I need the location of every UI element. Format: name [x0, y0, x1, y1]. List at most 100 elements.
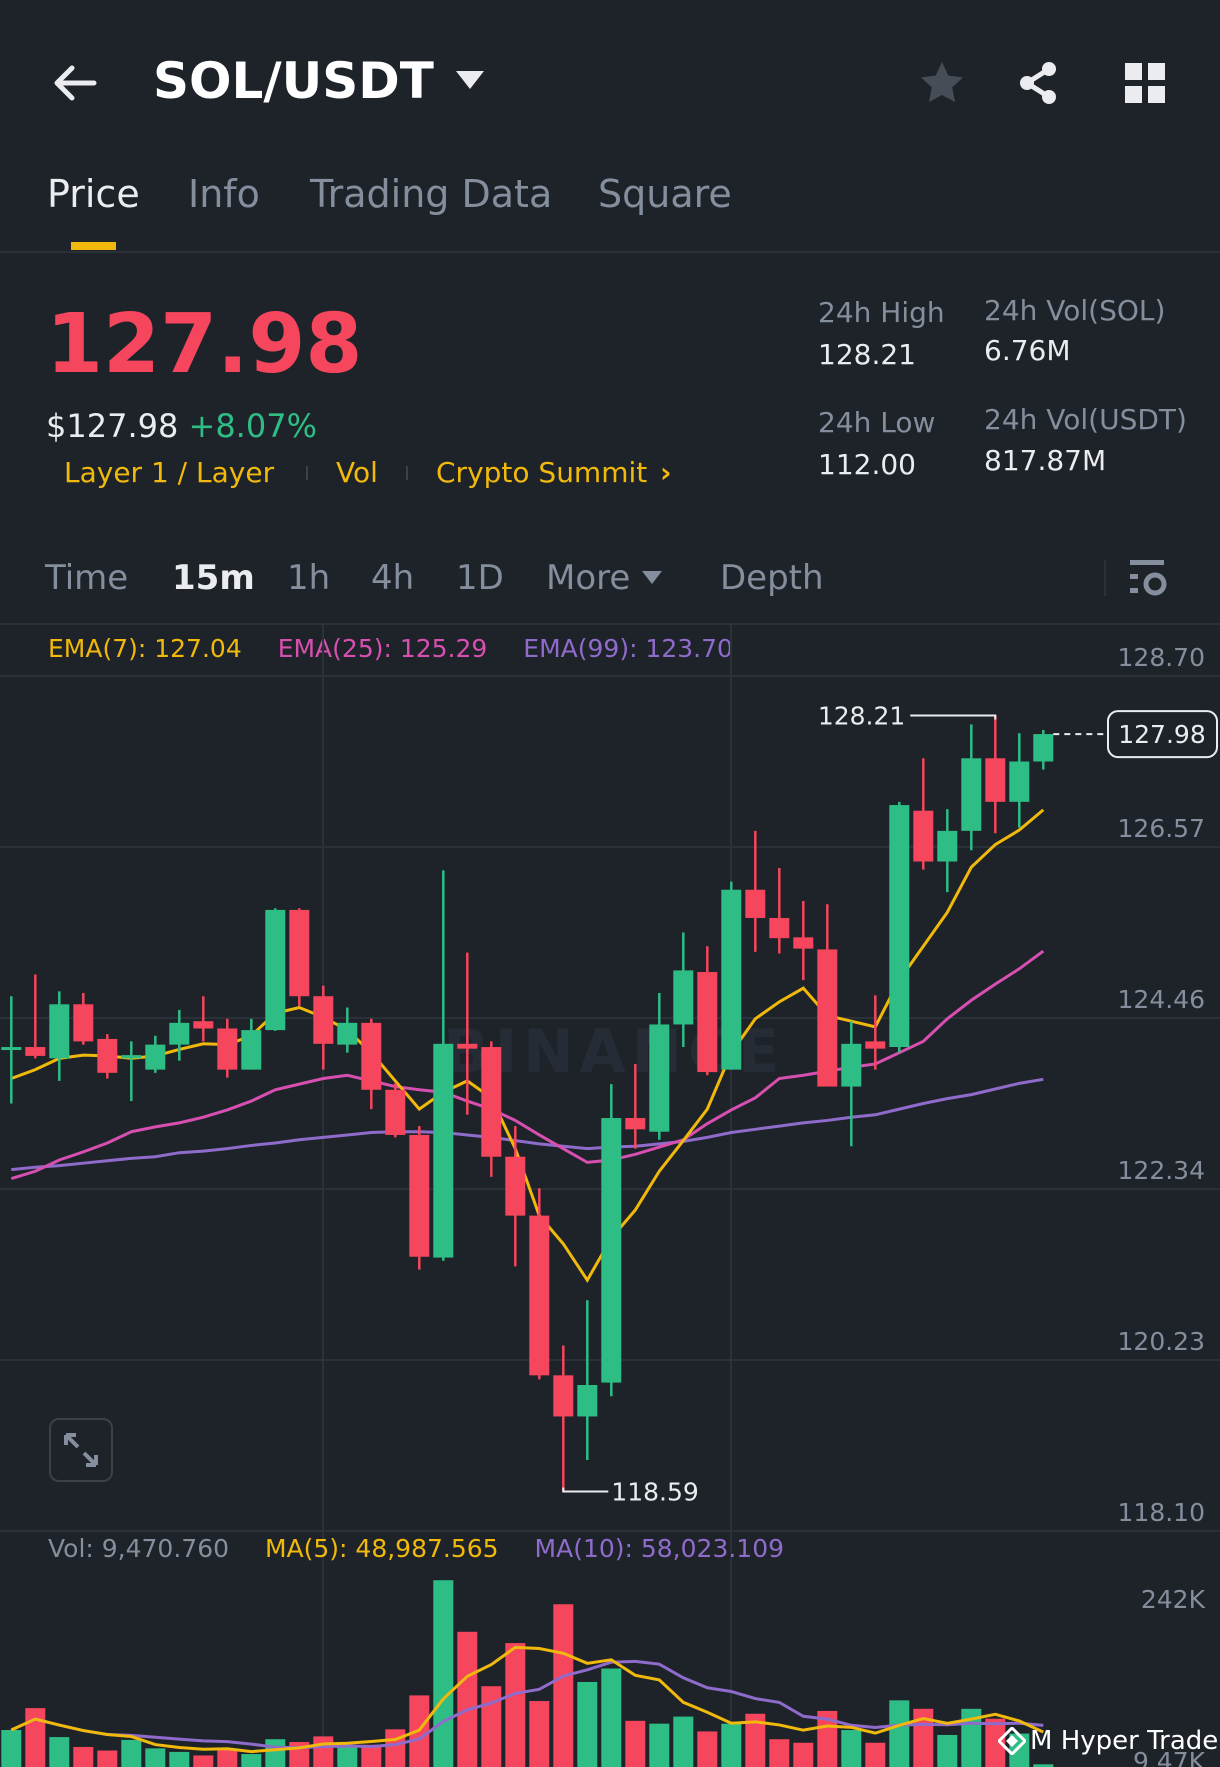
candle-body [625, 1118, 646, 1130]
high-marker-line [910, 714, 997, 720]
price-axis-label: 128.70 [1118, 643, 1205, 672]
volume-axis-label: 242K [1141, 1585, 1206, 1614]
candle-body [433, 1043, 454, 1258]
volume-bar [553, 1604, 574, 1767]
candle-body [121, 1055, 142, 1059]
candle-body [961, 758, 982, 831]
candle-up [145, 1035, 166, 1073]
volume-bar [361, 1744, 382, 1767]
volume-bar [769, 1739, 790, 1767]
candle-body [49, 1004, 70, 1059]
volume-bar [457, 1631, 478, 1767]
candle-body [97, 1038, 118, 1073]
candle-body [985, 758, 1006, 802]
volume-bar [433, 1580, 454, 1767]
volume-ma10-line [10, 1659, 1044, 1750]
candle-down [313, 985, 334, 1070]
candle-up [1033, 730, 1054, 770]
candle-body [313, 996, 334, 1044]
candle-up [721, 881, 742, 1070]
volume-bar [481, 1686, 502, 1767]
volume-legend: Vol: 9,470.760 [48, 1534, 230, 1563]
candle-body [721, 889, 742, 1070]
candle-down [697, 946, 718, 1076]
candle-up [1009, 733, 1030, 828]
candle-body [217, 1028, 238, 1070]
volume-bar [337, 1744, 358, 1767]
volume-bar [385, 1729, 406, 1767]
volume-bar [313, 1736, 334, 1767]
candle-body [1009, 761, 1030, 802]
volume-bar [265, 1739, 286, 1767]
candle-body [361, 1022, 382, 1090]
high-marker-label: 128.21 [818, 702, 905, 731]
candle-up [961, 724, 982, 851]
candle-down [865, 995, 886, 1070]
volume-bar [865, 1742, 886, 1767]
low-marker-label: 118.59 [611, 1477, 698, 1506]
volume-bar [121, 1739, 142, 1767]
candle-body [145, 1044, 166, 1070]
candle-body [481, 1047, 502, 1157]
candle-body [289, 909, 310, 997]
volume-bar [241, 1754, 262, 1767]
candlestick-chart[interactable]: BINANCE 128.21118.59127.98 128.70126.571… [0, 0, 1220, 1767]
candle-up [337, 1007, 358, 1053]
candle-body [385, 1089, 406, 1135]
candle-down [409, 1126, 430, 1270]
candle-down [73, 992, 94, 1045]
volume-bar [529, 1701, 550, 1767]
candle-body [1033, 734, 1054, 762]
low-marker-line [562, 1487, 609, 1493]
volume-bar [25, 1708, 46, 1767]
candle-body [649, 1024, 670, 1132]
candle-up [649, 992, 670, 1140]
volume-bar [841, 1730, 862, 1767]
candle-down [481, 1041, 502, 1177]
price-axis-label: 124.46 [1118, 985, 1205, 1014]
candle-down [793, 901, 814, 981]
footer-watermark-text: M Hyper Trade 1 [1030, 1726, 1220, 1756]
fullscreen-button[interactable] [49, 1418, 113, 1482]
price-axis-label: 118.10 [1118, 1498, 1205, 1527]
candle-body [193, 1021, 214, 1029]
candle-body [25, 1047, 46, 1056]
volume-bar [73, 1746, 94, 1767]
volume-bar [649, 1723, 670, 1767]
volume-bar [577, 1681, 598, 1767]
volume-bar [169, 1751, 190, 1767]
candle-body [577, 1385, 598, 1417]
volume-bar [145, 1748, 166, 1767]
candle-body [889, 805, 910, 1048]
candle-body [913, 810, 934, 862]
candle-down [361, 1018, 382, 1110]
candle-down [553, 1345, 574, 1492]
expand-icon [64, 1433, 98, 1467]
candle-body [937, 830, 958, 862]
candle-body [697, 972, 718, 1073]
volume-bar [217, 1748, 238, 1767]
candle-body [673, 970, 694, 1025]
volume-bar [673, 1716, 694, 1767]
candle-body [169, 1022, 190, 1045]
volume-bar [793, 1742, 814, 1767]
price-axis-label: 120.23 [1118, 1327, 1205, 1356]
candle-down [385, 1083, 406, 1138]
volume-bar [49, 1737, 70, 1767]
candle-down [505, 1126, 526, 1267]
candle-body [769, 917, 790, 939]
candle-body [1, 1047, 22, 1051]
candle-body [265, 909, 286, 1031]
candle-body [529, 1215, 550, 1376]
candle-down [769, 867, 790, 954]
candle-body [505, 1156, 526, 1216]
price-axis-label: 122.34 [1118, 1156, 1205, 1185]
candle-up [265, 908, 286, 1031]
candle-body [841, 1043, 862, 1087]
candle-down [985, 715, 1006, 834]
volume-bar [721, 1723, 742, 1767]
volume-bar [97, 1750, 118, 1767]
volume-bar [697, 1731, 718, 1767]
volume-bar [193, 1755, 214, 1767]
volume-bar [1, 1730, 22, 1767]
